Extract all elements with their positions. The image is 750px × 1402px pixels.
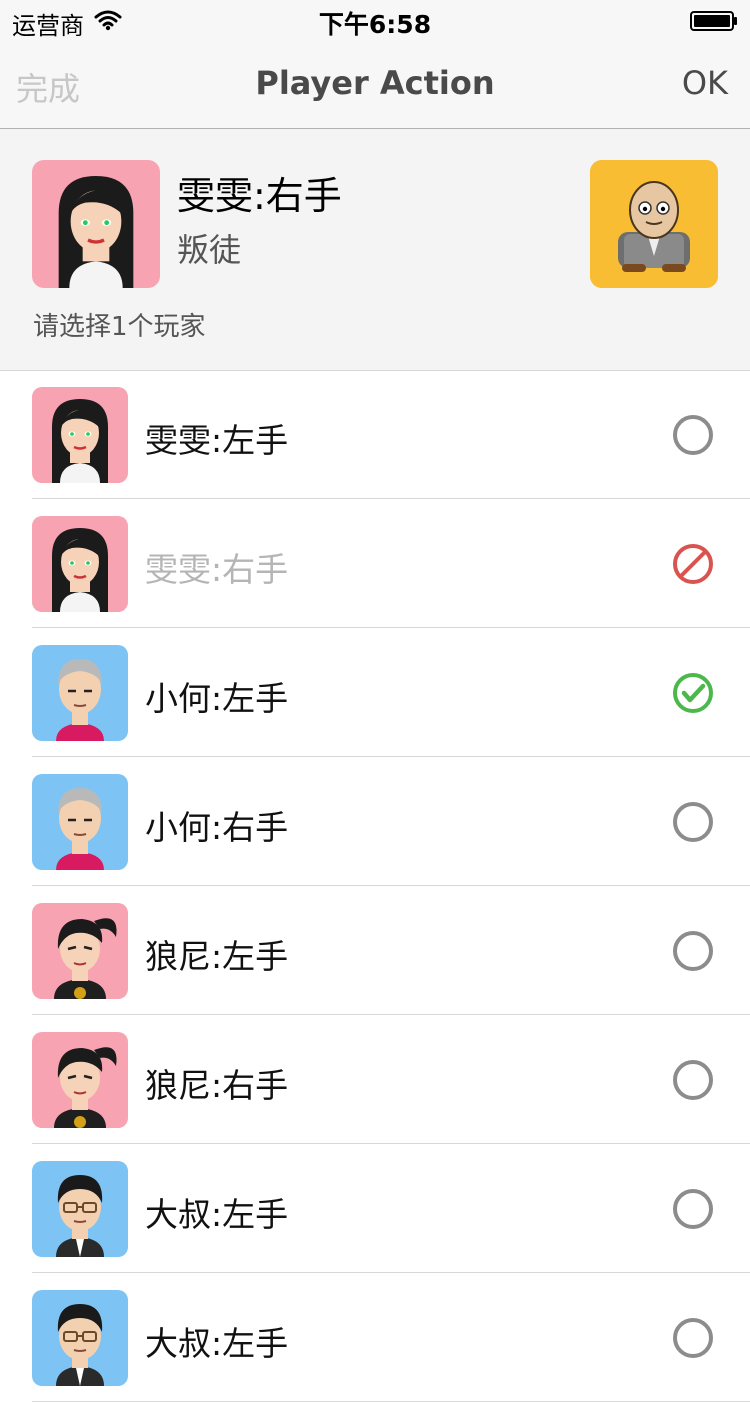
grayhair-avatar-icon <box>32 774 128 870</box>
role-icon <box>590 160 718 288</box>
player-row[interactable]: 大叔:左手 <box>0 1273 750 1402</box>
girl-avatar-icon <box>32 516 128 612</box>
player-avatar <box>32 1290 128 1386</box>
player-avatar <box>32 387 128 483</box>
player-label: 大叔:左手 <box>145 1324 289 1363</box>
empty-circle-icon[interactable] <box>672 930 714 972</box>
traitor-figure-icon <box>590 160 718 288</box>
player-label: 大叔:左手 <box>145 1195 289 1234</box>
empty-circle-icon[interactable] <box>672 414 714 456</box>
status-bar: 运营商 下午6:58 <box>0 0 750 40</box>
current-player-card: 雯雯:右手 叛徒 请选择1个玩家 <box>0 129 750 371</box>
page-title: Player Action <box>255 64 495 102</box>
player-label: 雯雯:左手 <box>145 421 289 460</box>
ok-button[interactable]: OK <box>682 64 728 102</box>
empty-circle-icon[interactable] <box>672 1188 714 1230</box>
player-label: 狼尼:右手 <box>145 1066 289 1105</box>
current-player-avatar <box>32 160 160 288</box>
player-row: 雯雯:右手 <box>0 499 750 628</box>
player-avatar <box>32 1032 128 1128</box>
player-label: 小何:右手 <box>145 808 289 847</box>
nav-bar: 完成 Player Action OK <box>0 40 750 129</box>
selection-hint: 请选择1个玩家 <box>33 312 206 342</box>
empty-circle-icon[interactable] <box>672 1059 714 1101</box>
player-row[interactable]: 小何:左手 <box>0 628 750 757</box>
player-row[interactable]: 狼尼:左手 <box>0 886 750 1015</box>
player-avatar <box>32 645 128 741</box>
battery-icon <box>690 11 737 31</box>
player-label: 雯雯:右手 <box>145 550 289 589</box>
ponytail-avatar-icon <box>32 903 128 999</box>
current-player-name: 雯雯:右手 <box>177 174 342 218</box>
girl-avatar-icon <box>32 160 160 288</box>
clock: 下午6:58 <box>318 10 432 39</box>
player-avatar <box>32 1161 128 1257</box>
player-label: 狼尼:左手 <box>145 937 289 976</box>
empty-circle-icon[interactable] <box>672 1317 714 1359</box>
check-circle-icon[interactable] <box>672 672 714 714</box>
girl-avatar-icon <box>32 387 128 483</box>
player-avatar <box>32 903 128 999</box>
player-avatar <box>32 516 128 612</box>
glasses-avatar-icon <box>32 1290 128 1386</box>
player-row[interactable]: 狼尼:右手 <box>0 1015 750 1144</box>
grayhair-avatar-icon <box>32 645 128 741</box>
ponytail-avatar-icon <box>32 1032 128 1128</box>
empty-circle-icon[interactable] <box>672 801 714 843</box>
glasses-avatar-icon <box>32 1161 128 1257</box>
current-player-role: 叛徒 <box>177 231 242 269</box>
player-row[interactable]: 雯雯:左手 <box>0 370 750 499</box>
prohibited-icon <box>672 543 714 585</box>
player-row[interactable]: 小何:右手 <box>0 757 750 886</box>
player-row[interactable]: 大叔:左手 <box>0 1144 750 1273</box>
player-label: 小何:左手 <box>145 679 289 718</box>
player-avatar <box>32 774 128 870</box>
